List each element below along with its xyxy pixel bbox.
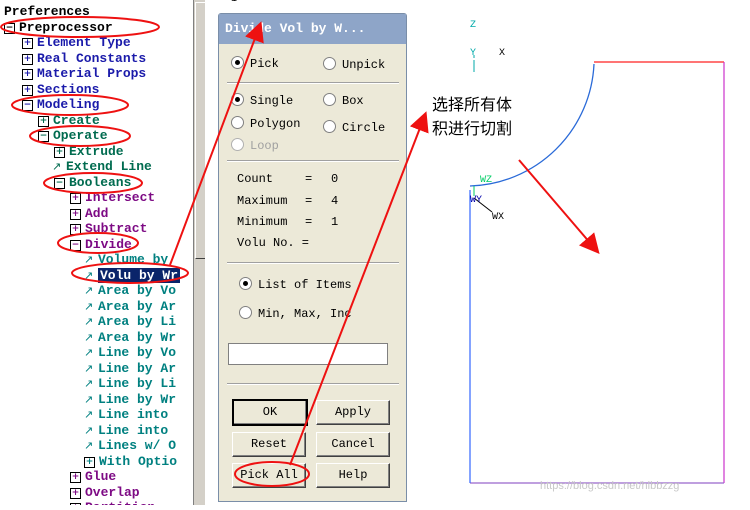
annotation-overlay bbox=[0, 16, 600, 487]
highlight-divide bbox=[57, 232, 139, 254]
arrow-to-volume bbox=[518, 159, 600, 255]
highlight-preprocessor bbox=[0, 16, 160, 38]
arrow-to-note bbox=[289, 111, 429, 466]
highlight-booleans bbox=[43, 172, 143, 194]
highlight-operate bbox=[29, 125, 131, 147]
highlight-pick-all bbox=[234, 461, 310, 487]
arrow-to-dialog bbox=[169, 21, 264, 266]
highlight-volu-by-wrkplane bbox=[71, 262, 189, 284]
highlight-modeling bbox=[11, 94, 129, 116]
